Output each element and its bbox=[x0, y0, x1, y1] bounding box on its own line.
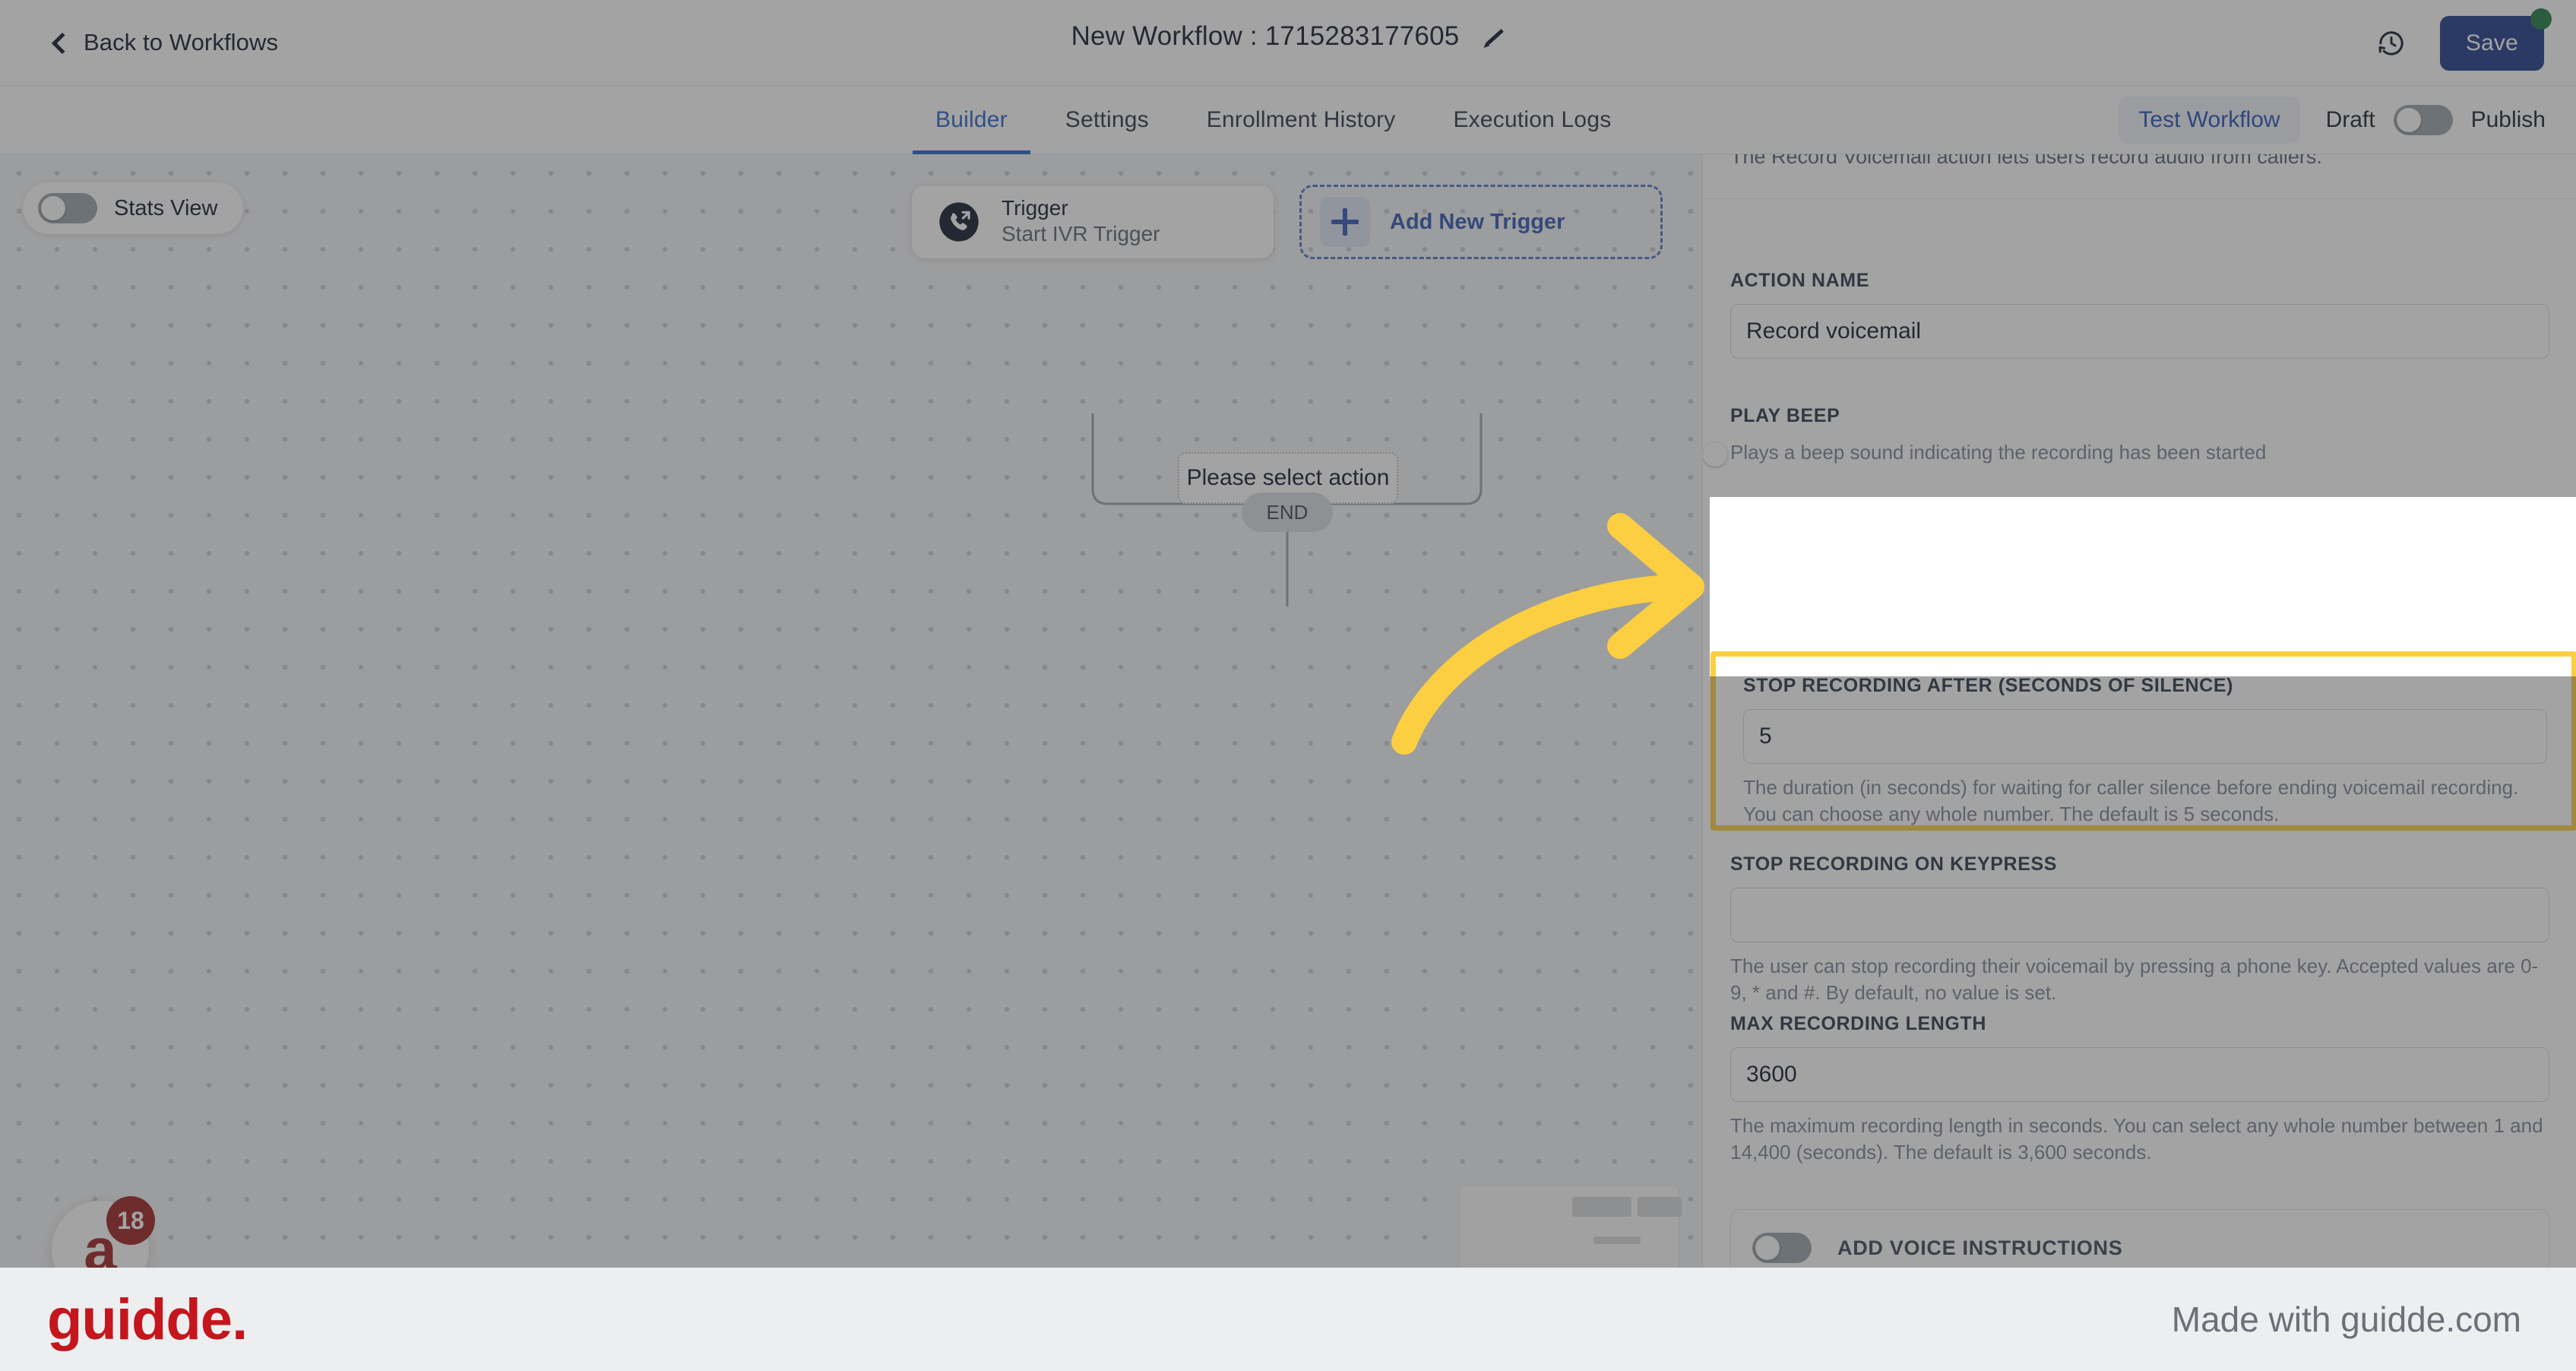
tab-bar: Builder Settings Enrollment History Exec… bbox=[0, 86, 2576, 154]
workflow-title-group: New Workflow : 1715283177605 bbox=[1071, 21, 1505, 52]
top-bar-actions: Save bbox=[2376, 0, 2552, 86]
action-name-field: ACTION NAME bbox=[1730, 270, 2549, 359]
trigger-node[interactable]: Trigger Start IVR Trigger bbox=[911, 185, 1274, 259]
trigger-node-subtitle: Start IVR Trigger bbox=[1002, 222, 1160, 246]
plus-icon-box bbox=[1320, 197, 1370, 247]
guidde-logo: guidde. bbox=[47, 1287, 248, 1352]
add-new-trigger-button[interactable]: Add New Trigger bbox=[1299, 185, 1663, 259]
back-to-workflows-button[interactable]: Back to Workflows bbox=[51, 29, 279, 56]
action-name-label: ACTION NAME bbox=[1730, 270, 1869, 291]
plus-icon bbox=[1331, 208, 1359, 236]
add-voice-instructions-toggle-knob bbox=[1755, 1236, 1780, 1260]
play-beep-toggle-knob bbox=[1703, 442, 1727, 467]
chevron-left-icon bbox=[51, 32, 74, 54]
tab-execution-logs[interactable]: Execution Logs bbox=[1424, 86, 1640, 154]
draft-label: Draft bbox=[2325, 107, 2375, 132]
phone-call-icon bbox=[938, 201, 980, 243]
tab-builder[interactable]: Builder bbox=[907, 86, 1036, 154]
stop-on-keypress-help: The user can stop recording their voicem… bbox=[1730, 955, 2539, 1005]
tab-bar-actions: Test Workflow Draft Publish bbox=[2119, 86, 2546, 154]
save-button-wrapper: Save bbox=[2439, 8, 2552, 71]
stop-after-silence-input[interactable] bbox=[1743, 709, 2547, 764]
play-beep-field: PLAY BEEP Plays a beep sound indicating … bbox=[1703, 405, 2549, 467]
publish-toggle-group: Draft Publish bbox=[2326, 105, 2546, 135]
play-beep-help: Plays a beep sound indicating the record… bbox=[1730, 441, 2267, 464]
trigger-node-text: Trigger Start IVR Trigger bbox=[1002, 195, 1160, 248]
tab-enrollment-history[interactable]: Enrollment History bbox=[1178, 86, 1425, 154]
help-unread-badge: 18 bbox=[106, 1196, 155, 1245]
minimap-node-c bbox=[1593, 1236, 1641, 1244]
stats-view-toggle-pill[interactable]: Stats View bbox=[23, 182, 244, 234]
publish-label: Publish bbox=[2470, 107, 2546, 132]
history-clock-icon[interactable] bbox=[2376, 28, 2407, 59]
add-voice-instructions-card[interactable]: ADD VOICE INSTRUCTIONS bbox=[1730, 1209, 2549, 1268]
max-recording-length-label: MAX RECORDING LENGTH bbox=[1730, 1013, 1986, 1034]
stop-on-keypress-field: STOP RECORDING ON KEYPRESS The user can … bbox=[1730, 853, 2549, 1007]
highlight-frame: STOP RECORDING AFTER (SECONDS OF SILENCE… bbox=[1710, 651, 2576, 831]
max-recording-length-input[interactable] bbox=[1730, 1047, 2549, 1102]
action-config-panel: The Record Voicemail action lets users r… bbox=[1702, 154, 2576, 1268]
panel-divider bbox=[1703, 198, 2576, 199]
stop-on-keypress-input[interactable] bbox=[1730, 888, 2549, 942]
stop-on-keypress-label: STOP RECORDING ON KEYPRESS bbox=[1730, 853, 2058, 875]
top-bar: Back to Workflows New Workflow : 1715283… bbox=[0, 0, 2576, 86]
back-to-workflows-label: Back to Workflows bbox=[84, 29, 279, 55]
canvas-minimap[interactable] bbox=[1459, 1186, 1682, 1268]
page-title: New Workflow : 1715283177605 bbox=[1071, 21, 1460, 51]
application-window: Back to Workflows New Workflow : 1715283… bbox=[0, 0, 2576, 1268]
stop-after-silence-field: STOP RECORDING AFTER (SECONDS OF SILENCE… bbox=[1743, 675, 2547, 828]
tab-list: Builder Settings Enrollment History Exec… bbox=[907, 86, 1640, 154]
publish-toggle[interactable] bbox=[2393, 105, 2453, 135]
stats-view-toggle[interactable] bbox=[38, 193, 97, 223]
screenshot-root: Back to Workflows New Workflow : 1715283… bbox=[0, 0, 2576, 1371]
play-beep-label: PLAY BEEP bbox=[1730, 405, 1840, 426]
end-node: END bbox=[1242, 492, 1333, 532]
max-recording-length-help: The maximum recording length in seconds.… bbox=[1730, 1114, 2543, 1164]
stats-view-label: Stats View bbox=[114, 195, 218, 220]
stop-after-silence-label: STOP RECORDING AFTER (SECONDS OF SILENCE… bbox=[1743, 675, 2234, 696]
add-voice-instructions-label: ADD VOICE INSTRUCTIONS bbox=[1837, 1236, 2123, 1259]
test-workflow-button[interactable]: Test Workflow bbox=[2119, 97, 2300, 144]
edit-pencil-icon[interactable] bbox=[1482, 25, 1505, 48]
trigger-node-title: Trigger bbox=[1002, 196, 1068, 220]
made-with-guidde-label: Made with guidde.com bbox=[2171, 1300, 2521, 1339]
stats-view-toggle-knob bbox=[41, 196, 65, 220]
save-button[interactable]: Save bbox=[2439, 15, 2544, 71]
minimap-node-a bbox=[1572, 1197, 1631, 1217]
stop-after-silence-help: The duration (in seconds) for waiting fo… bbox=[1743, 776, 2519, 826]
tab-settings[interactable]: Settings bbox=[1036, 86, 1178, 154]
action-name-input[interactable] bbox=[1730, 304, 2549, 359]
max-recording-length-field: MAX RECORDING LENGTH The maximum recordi… bbox=[1730, 1013, 2549, 1167]
add-new-trigger-label: Add New Trigger bbox=[1390, 209, 1565, 234]
minimap-node-b bbox=[1638, 1197, 1682, 1217]
guidde-footer: guidde. Made with guidde.com bbox=[0, 1268, 2576, 1371]
publish-toggle-knob bbox=[2396, 108, 2421, 132]
add-voice-instructions-toggle[interactable] bbox=[1752, 1233, 1812, 1263]
workflow-canvas[interactable] bbox=[0, 154, 1702, 1268]
action-description-cut: The Record Voicemail action lets users r… bbox=[1730, 154, 2551, 165]
unsaved-changes-dot bbox=[2530, 8, 2552, 30]
